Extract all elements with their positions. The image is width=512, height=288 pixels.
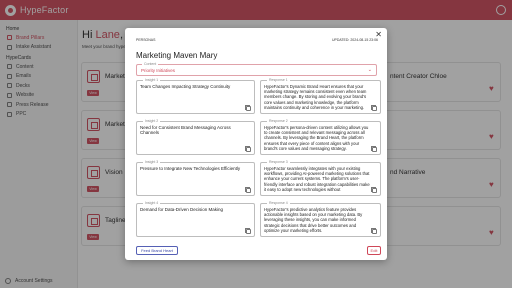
- chevron-down-icon: ⌄: [367, 67, 372, 73]
- qa-row: Insight 4 Demand for Data-Driven Decisio…: [136, 201, 381, 237]
- insight-text: Pressure to Integrate New Technologies E…: [140, 166, 241, 171]
- response-field[interactable]: Response 1 HypeFactor's Dynamic Brand He…: [260, 78, 381, 114]
- copy-icon[interactable]: [371, 228, 377, 234]
- content-select[interactable]: Content Priority Initiatives ⌄: [136, 62, 377, 76]
- copy-icon[interactable]: [245, 228, 251, 234]
- copy-icon[interactable]: [245, 146, 251, 152]
- copy-icon[interactable]: [371, 187, 377, 193]
- modal-title: Marketing Maven Mary: [136, 51, 218, 60]
- qa-row: Insight 2 Need for Consistent Brand Mess…: [136, 119, 381, 155]
- response-text: HypeFactor seamlessly integrates with yo…: [264, 166, 370, 192]
- insight-label: Insight 1: [143, 78, 161, 82]
- copy-icon[interactable]: [371, 105, 377, 111]
- insight-field[interactable]: Insight 3 Pressure to Integrate New Tech…: [136, 160, 255, 196]
- feed-brand-heart-button[interactable]: Feed Brand Heart: [136, 246, 178, 255]
- insight-label: Insight 3: [143, 160, 161, 164]
- updated-timestamp: UPDATED: 2024-08-15 23:06: [331, 38, 378, 42]
- insight-field[interactable]: Insight 1 Team Changes Impacting Strateg…: [136, 78, 255, 114]
- content-select-value: Priority Initiatives: [141, 68, 176, 73]
- response-label: Response 3: [267, 160, 290, 164]
- response-text: HypeFactor's predictive analytics featur…: [264, 207, 363, 233]
- response-text: HypeFactor's persona-driven content util…: [264, 125, 369, 151]
- insight-label: Insight 2: [143, 119, 161, 123]
- insight-text: Need for Consistent Brand Messaging Acro…: [140, 125, 231, 136]
- copy-icon[interactable]: [371, 146, 377, 152]
- content-select-label: Content: [142, 62, 159, 66]
- insight-label: Insight 4: [143, 201, 161, 205]
- edit-button[interactable]: Edit: [367, 246, 381, 255]
- insight-text: Demand for Data-Driven Decision Making: [140, 207, 224, 212]
- response-label: Response 1: [267, 78, 290, 82]
- insight-text: Team Changes Impacting Strategy Continui…: [140, 84, 231, 89]
- response-field[interactable]: Response 4 HypeFactor's predictive analy…: [260, 201, 381, 237]
- response-label: Response 2: [267, 119, 290, 123]
- copy-icon[interactable]: [245, 187, 251, 193]
- insight-field[interactable]: Insight 4 Demand for Data-Driven Decisio…: [136, 201, 255, 237]
- modal-section-label: PERSONAS: [136, 38, 156, 42]
- response-label: Response 4: [267, 201, 290, 205]
- persona-modal: ✕ PERSONAS UPDATED: 2024-08-15 23:06 Mar…: [125, 28, 387, 260]
- copy-icon[interactable]: [245, 105, 251, 111]
- qa-row: Insight 1 Team Changes Impacting Strateg…: [136, 78, 381, 114]
- response-field[interactable]: Response 3 HypeFactor seamlessly integra…: [260, 160, 381, 196]
- insight-field[interactable]: Insight 2 Need for Consistent Brand Mess…: [136, 119, 255, 155]
- qa-row: Insight 3 Pressure to Integrate New Tech…: [136, 160, 381, 196]
- response-field[interactable]: Response 2 HypeFactor's persona-driven c…: [260, 119, 381, 155]
- response-text: HypeFactor's Dynamic Brand Heart ensures…: [264, 84, 367, 110]
